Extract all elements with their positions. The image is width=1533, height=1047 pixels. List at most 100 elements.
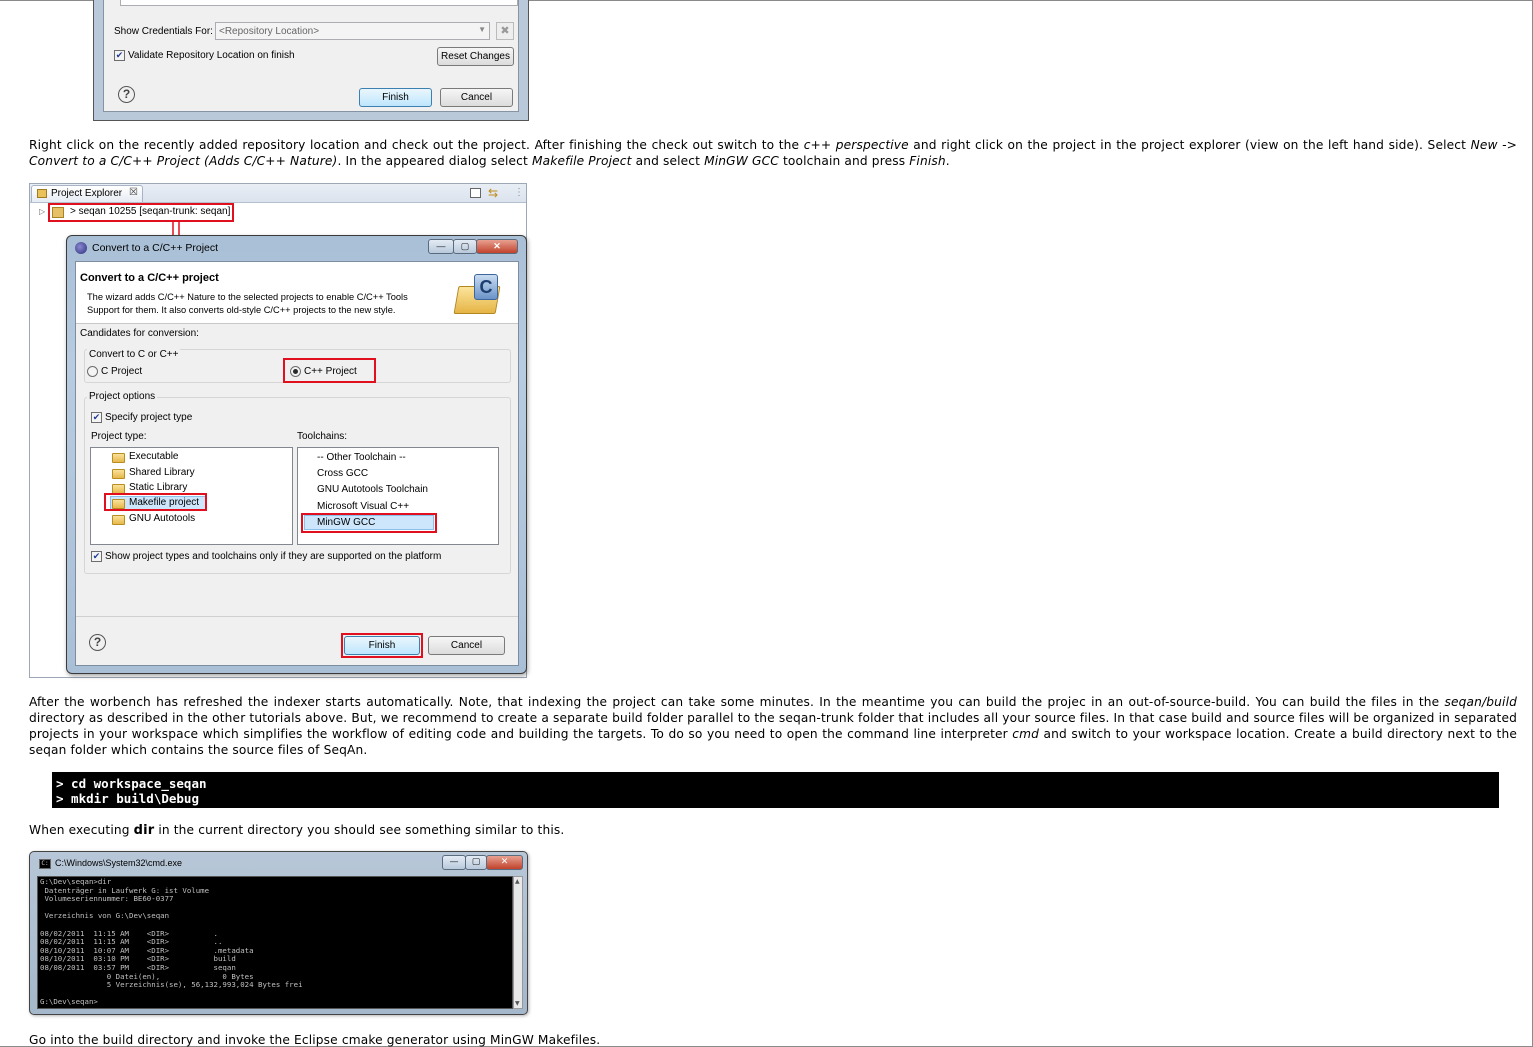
help-icon[interactable]: ?	[118, 86, 135, 103]
code-block: > cd workspace_seqan > mkdir build\Debug	[52, 772, 1499, 808]
expand-arrow-icon[interactable]: ▷	[39, 207, 45, 216]
project-type-label: Project type:	[91, 431, 147, 442]
text: After the worbench has refreshed the ind…	[29, 695, 1445, 709]
console-output: G:\Dev\seqan>dir Datenträger in Laufwerk…	[40, 877, 303, 1007]
cmd-window-title: C:\Windows\System32\cmd.exe	[55, 858, 183, 868]
repository-location-select[interactable]: <Repository Location> ▼	[215, 22, 490, 40]
toolchains-label: Toolchains:	[297, 431, 348, 442]
text: and right click on the project in the pr…	[908, 138, 1471, 152]
bold-command: dir	[133, 823, 155, 838]
candidates-label: Candidates for conversion:	[80, 328, 199, 339]
c-letter-icon: C	[474, 274, 498, 300]
reset-changes-button[interactable]: Reset Changes	[437, 47, 514, 66]
dialog-client-area: Convert to a C/C++ project The wizard ad…	[75, 261, 519, 666]
emphasis: seqan/build	[1444, 695, 1517, 709]
console-scrollbar[interactable]: ▲ ▼	[513, 876, 523, 1009]
show-credentials-label: Show Credentials For:	[114, 26, 213, 37]
cancel-button[interactable]: Cancel	[440, 88, 513, 107]
eclipse-logo-icon	[75, 242, 87, 254]
highlight-makefile-project	[104, 493, 207, 511]
show-supported-checkbox[interactable]: ✔	[91, 551, 102, 562]
repository-location-dialog: Show Credentials For: <Repository Locati…	[93, 0, 529, 121]
emphasis: Finish	[909, 154, 946, 168]
view-menu-icon[interactable]: ⋮	[514, 187, 524, 198]
code-line: > cd workspace_seqan	[56, 776, 207, 791]
list-item[interactable]: GNU Autotools Toolchain	[317, 484, 428, 495]
console-icon: C:	[39, 859, 51, 869]
close-icon[interactable]: ☒	[129, 187, 138, 198]
folder-icon	[112, 453, 125, 463]
highlight-project-node	[48, 203, 234, 222]
maximize-button[interactable]: ▢	[465, 855, 487, 870]
convert-group-label: Convert to C or C++	[87, 349, 181, 360]
c-project-label: C Project	[101, 366, 143, 377]
text: and select	[631, 154, 705, 168]
instructions-paragraph-2: After the worbench has refreshed the ind…	[29, 694, 1517, 758]
toolchains-list[interactable]: -- Other Toolchain -- Cross GCC GNU Auto…	[297, 447, 499, 545]
text: in the current directory you should see …	[154, 823, 565, 837]
scroll-up-icon[interactable]: ▲	[515, 878, 520, 885]
console-output-area[interactable]: G:\Dev\seqan>dir Datenträger in Laufwerk…	[37, 876, 513, 1009]
dialog-client-area: Show Credentials For: <Repository Locati…	[103, 0, 519, 112]
list-item[interactable]: GNU Autotools	[129, 513, 195, 524]
list-item[interactable]: Executable	[129, 451, 178, 462]
text: Right click on the recently added reposi…	[29, 138, 804, 152]
window-title: Convert to a C/C++ Project	[92, 242, 219, 254]
c-project-radio[interactable]	[87, 366, 98, 377]
description-line-2: Support for them. It also converts old-s…	[87, 305, 396, 315]
list-item[interactable]: Static Library	[129, 482, 187, 493]
instructions-paragraph-4: Go into the build directory and invoke t…	[29, 1033, 601, 1047]
project-options-label: Project options	[87, 391, 158, 402]
minimize-button[interactable]: —	[442, 855, 466, 870]
folder-icon	[112, 469, 125, 479]
list-item[interactable]: -- Other Toolchain --	[317, 452, 406, 463]
text: toolchain and press	[778, 154, 910, 168]
highlight-mingw-gcc	[301, 513, 437, 533]
dialog-banner: Convert to a C/C++ project The wizard ad…	[76, 262, 518, 324]
text-field-partial[interactable]	[120, 0, 518, 6]
emphasis: Makefile Project	[531, 154, 632, 168]
emphasis: c++ perspective	[803, 138, 909, 152]
specify-type-label: Specify project type	[105, 412, 193, 423]
list-item[interactable]: Microsoft Visual C++	[317, 501, 409, 512]
list-item[interactable]: Cross GCC	[317, 468, 368, 479]
instructions-paragraph-3: When executing dir in the current direct…	[29, 822, 1517, 839]
emphasis: cmd	[1012, 727, 1040, 741]
dialog-heading: Convert to a C/C++ project	[80, 272, 219, 284]
text: .	[945, 154, 950, 168]
cancel-button[interactable]: Cancel	[428, 636, 505, 655]
folder-icon	[112, 515, 125, 525]
text: . In the appeared dialog select	[337, 154, 532, 168]
maximize-button[interactable]: ▢	[453, 239, 477, 254]
clear-icon[interactable]: ✖	[496, 22, 514, 40]
list-item[interactable]: Shared Library	[129, 467, 195, 478]
close-window-button[interactable]: ✕	[486, 855, 523, 870]
finish-button[interactable]: Finish	[359, 88, 432, 107]
convert-to-cpp-dialog: Convert to a C/C++ Project — ▢ ✕ Convert…	[66, 235, 527, 674]
divider	[76, 616, 518, 617]
help-icon[interactable]: ?	[89, 634, 106, 651]
project-explorer-tabbar: Project Explorer ☒ ⇆ ⋮	[30, 184, 526, 203]
collapse-all-icon[interactable]	[470, 188, 481, 198]
cmd-window-screenshot: C: C:\Windows\System32\cmd.exe — ▢ ✕ G:\…	[29, 851, 528, 1015]
emphasis: MinGW GCC	[704, 154, 779, 168]
highlight-cpp-project	[283, 358, 376, 383]
scroll-down-icon[interactable]: ▼	[515, 1000, 520, 1007]
highlight-finish-button	[341, 633, 423, 658]
validate-checkbox[interactable]: ✔	[114, 50, 125, 61]
instructions-paragraph-1: Right click on the recently added reposi…	[29, 137, 1517, 169]
code-line: > mkdir build\Debug	[56, 791, 199, 806]
tab-project-explorer[interactable]: Project Explorer ☒	[31, 185, 143, 202]
wizard-banner-icon: C	[453, 274, 506, 314]
folder-icon	[37, 189, 47, 198]
validate-label: Validate Repository Location on finish	[128, 50, 295, 61]
text: When executing	[29, 823, 134, 837]
minimize-button[interactable]: —	[428, 239, 454, 254]
project-type-list[interactable]: Executable Shared Library Static Library…	[90, 447, 293, 545]
specify-type-checkbox[interactable]: ✔	[91, 412, 102, 423]
link-editor-icon[interactable]: ⇆	[488, 186, 498, 200]
tab-label: Project Explorer	[51, 188, 123, 199]
close-window-button[interactable]: ✕	[476, 239, 518, 254]
repository-select-value: <Repository Location>	[219, 26, 320, 37]
show-supported-label: Show project types and toolchains only i…	[105, 551, 442, 562]
